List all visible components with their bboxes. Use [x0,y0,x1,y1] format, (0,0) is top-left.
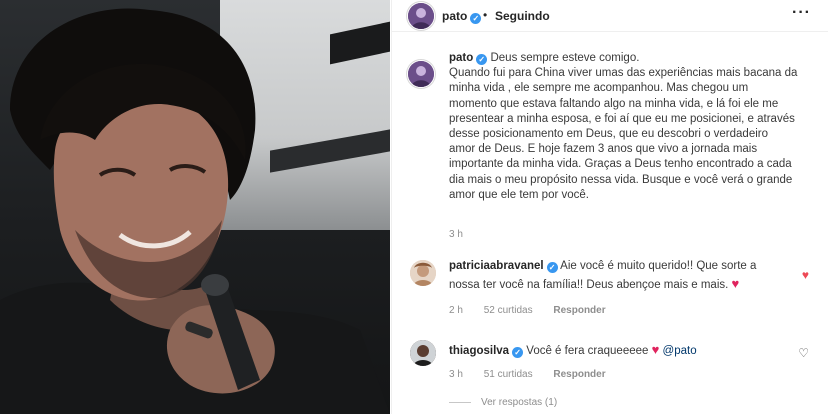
post-photo[interactable] [0,0,390,414]
post-caption: pato ✓ Deus sempre esteve comigo. Quando … [449,51,819,203]
comment-body: Você é fera craqueeeee [526,345,649,357]
comment-likes[interactable]: 52 curtidas [484,305,533,316]
caption-text: desse posicionamento em Deus, que eu des… [449,128,768,141]
author-name-wrap: pato ✓ [442,9,482,24]
caption-text: amor de Deus. E hoje fazem 3 anos que vi… [449,143,758,156]
caption-text: dia mais o meu propósito nessa vida. Bus… [449,173,793,186]
caption-timestamp[interactable]: 3 h [449,229,463,240]
heart-outline-icon[interactable]: ♡ [798,346,809,360]
verified-badge-icon: ✓ [512,347,524,358]
caption-text: momento que estava faltando algo na minh… [449,97,779,110]
reply-button[interactable]: Responder [553,369,605,380]
comment-timestamp[interactable]: 2 h [449,305,463,316]
comment-text: patriciaabravanel ✓ Aie você é muito quer… [449,258,789,294]
caption-text: Quando fui para China viver umas das exp… [449,67,798,80]
commenter-avatar[interactable] [410,340,436,366]
caption-text: presentear a minha esposa, e foi aí que … [449,112,795,125]
caption-text: minha vida , ele sempre me acompanhou. M… [449,82,749,95]
commenter-avatar[interactable] [410,260,436,286]
heart-filled-icon[interactable]: ♥ [802,268,809,282]
commenter-username[interactable]: thiagosilva [449,345,509,357]
view-replies-button[interactable]: Ver respostas (1) [449,397,557,408]
comment-meta: 2 h 52 curtidas Responder [449,305,624,316]
caption-text: Deus sempre esteve comigo. [490,52,640,64]
author-username[interactable]: pato [442,9,467,23]
comment-body: Aie você é muito querido!! Que sorte a [560,260,757,272]
heart-emoji: ♥ [731,276,740,291]
commenter-username[interactable]: patriciaabravanel [449,260,544,272]
mention-link[interactable]: @pato [663,345,697,357]
replies-divider [449,401,471,403]
separator-dot: • [483,8,488,22]
verified-badge-icon: ✓ [546,262,558,273]
comment-likes[interactable]: 51 curtidas [484,369,533,380]
comment-meta: 3 h 51 curtidas Responder [449,369,624,380]
caption-text: amor que ele tem por você. [449,188,589,201]
caption-text: importante da minha vida. Graças a Deus … [449,158,792,171]
reply-button[interactable]: Responder [553,305,605,316]
post-details-panel: pato ✓ • Seguindo ··· pato ✓ Deus sempre e… [391,0,828,414]
verified-badge-icon: ✓ [476,54,488,65]
post-header: pato ✓ • Seguindo ··· [392,0,828,32]
caption-author-avatar[interactable] [408,61,434,87]
verified-badge-icon: ✓ [470,13,482,24]
comment-text: thiagosilva ✓ Você é fera craqueeeee ♥ @p… [449,341,789,360]
heart-emoji: ♥ [651,342,660,357]
more-horizontal-icon[interactable]: ··· [792,4,811,22]
author-avatar[interactable] [408,3,434,29]
view-replies-label: Ver respostas (1) [481,397,558,408]
comment-body: nossa ter você na família!! Deus abençoe… [449,279,729,291]
caption-first-line: pato ✓ Deus sempre esteve comigo. [449,51,819,66]
caption-username[interactable]: pato [449,52,473,64]
comment-timestamp[interactable]: 3 h [449,369,463,380]
following-button[interactable]: Seguindo [495,9,550,23]
person-illustration [0,8,390,414]
